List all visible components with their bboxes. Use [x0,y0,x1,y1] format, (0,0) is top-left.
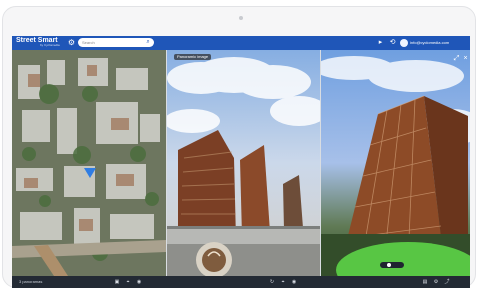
camera-icon[interactable]: ◉ [136,279,142,285]
layers-icon[interactable]: ▤ [422,279,428,285]
camera-icon-right[interactable]: ◉ [291,279,297,285]
rotate-icon[interactable]: ↻ [269,279,275,285]
top-bar: Street Smart by Cyclomedia ⚙ Search ⌕ ▸ … [12,36,470,50]
street-view-pane[interactable]: Panoramic image [166,50,320,276]
share-icon[interactable]: ⟲ [388,38,397,47]
avatar[interactable] [400,39,408,47]
aerial-map [12,50,166,276]
three-d-pane[interactable]: ⤢ × [320,50,470,276]
layer-icon[interactable]: ▣ [114,279,120,285]
street-view-label: Panoramic image [174,54,212,60]
measure-icon-right[interactable]: ⌖ [280,279,286,285]
pane-divider-right [320,50,321,276]
user-email[interactable]: info@cyclomedia.com [410,39,468,47]
street-scene [166,57,320,276]
settings-icon[interactable]: ⚙ [433,279,439,285]
status-text: 3 panoramas [19,279,43,284]
screen: Street Smart by Cyclomedia ⚙ Search ⌕ ▸ … [12,36,470,288]
share-icon-bottom[interactable]: ⤴ [444,279,450,285]
close-icon[interactable]: × [461,54,470,63]
map-pane[interactable] [12,50,166,276]
pane-divider-left [166,50,167,276]
oblique-view [320,56,470,276]
expand-icon[interactable]: ⤢ [452,54,461,63]
app-subtitle: by Cyclomedia [40,43,60,47]
search-icon[interactable]: ⌕ [143,38,153,47]
play-icon[interactable]: ▸ [376,38,385,47]
camera-dot [239,16,243,20]
gear-icon[interactable]: ⚙ [67,38,76,47]
measure-icon[interactable]: ⌖ [125,279,131,285]
bottom-toolbar: 3 panoramas ▣ ⌖ ◉ ↻ ⌖ ◉ ▤ ⚙ ⤴ [12,276,470,288]
